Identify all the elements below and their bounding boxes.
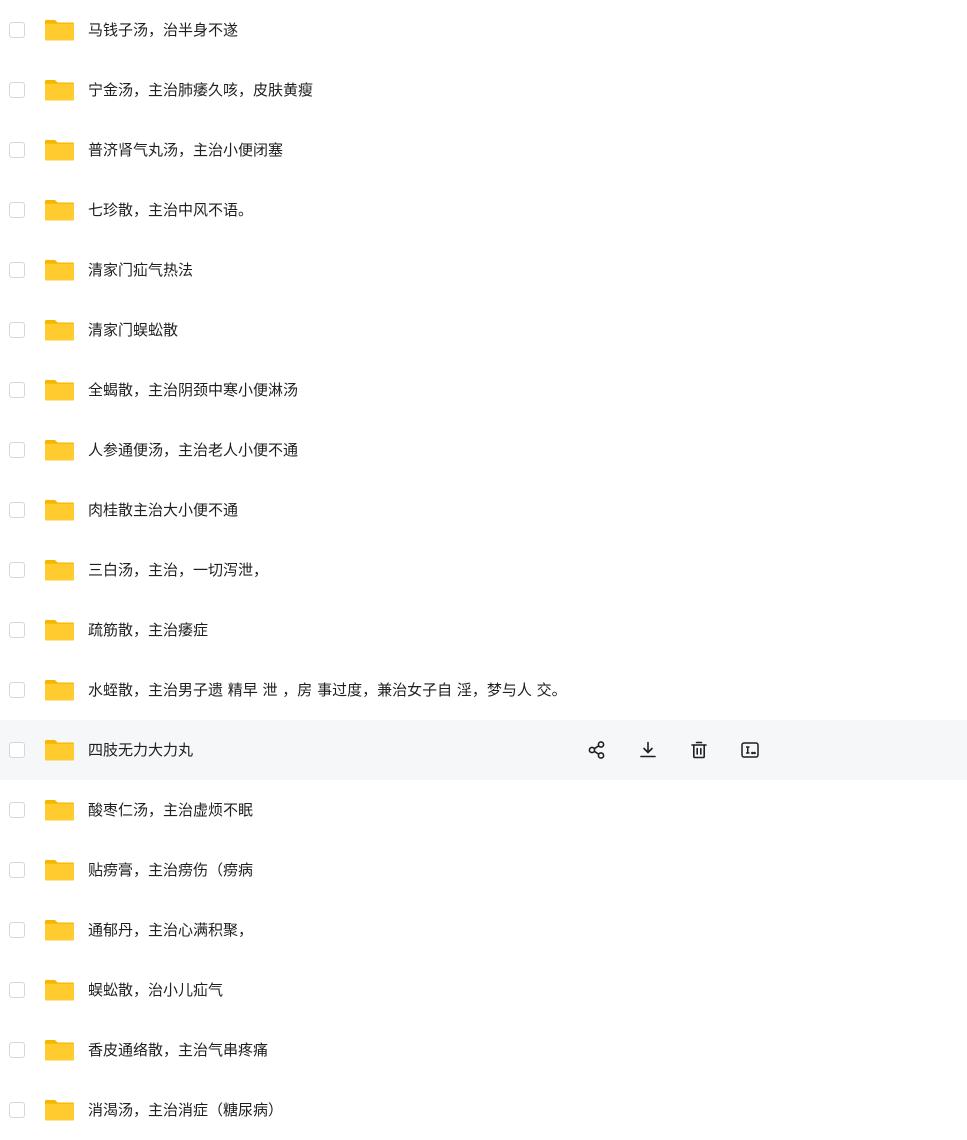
- file-row[interactable]: 清家门疝气热法: [0, 240, 967, 300]
- file-row[interactable]: 宁金汤，主治肺痿久咳，皮肤黄瘦: [0, 60, 967, 120]
- row-checkbox[interactable]: [9, 82, 25, 98]
- folder-icon: [44, 979, 75, 1001]
- rename-icon[interactable]: [738, 738, 762, 762]
- folder-icon: [44, 679, 75, 701]
- file-row[interactable]: 蜈蚣散，治小儿疝气: [0, 960, 967, 1020]
- file-row[interactable]: 四肢无力大力丸: [0, 720, 967, 780]
- folder-icon: [44, 499, 75, 521]
- row-checkbox[interactable]: [9, 982, 25, 998]
- row-checkbox[interactable]: [9, 1102, 25, 1118]
- delete-icon[interactable]: [687, 738, 711, 762]
- file-row[interactable]: 疏筋散，主治痿症: [0, 600, 967, 660]
- file-row[interactable]: 人参通便汤，主治老人小便不通: [0, 420, 967, 480]
- file-row[interactable]: 清家门蜈蚣散: [0, 300, 967, 360]
- row-checkbox[interactable]: [9, 502, 25, 518]
- row-checkbox[interactable]: [9, 922, 25, 938]
- folder-icon: [44, 259, 75, 281]
- file-list: 马钱子汤，治半身不遂宁金汤，主治肺痿久咳，皮肤黄瘦 普济肾气丸汤，主治小便闭塞 七珍…: [0, 0, 967, 1140]
- folder-icon: [44, 319, 75, 341]
- file-name[interactable]: 宁金汤，主治肺痿久咳，皮肤黄瘦: [88, 80, 313, 100]
- file-name[interactable]: 清家门疝气热法: [88, 260, 193, 280]
- file-name[interactable]: 全蝎散，主治阴颈中寒小便淋汤: [88, 380, 298, 400]
- folder-icon: [44, 919, 75, 941]
- file-row[interactable]: 普济肾气丸汤，主治小便闭塞: [0, 120, 967, 180]
- file-name[interactable]: 清家门蜈蚣散: [88, 320, 178, 340]
- folder-icon: [44, 379, 75, 401]
- folder-icon: [44, 1099, 75, 1121]
- file-name[interactable]: 水蛭散，主治男子遗 精早 泄 ，房 事过度，兼治女子自 淫，梦与人 交。: [88, 680, 567, 700]
- file-name[interactable]: 普济肾气丸汤，主治小便闭塞: [88, 140, 283, 160]
- row-checkbox[interactable]: [9, 862, 25, 878]
- file-row[interactable]: 通郁丹，主治心满积聚，: [0, 900, 967, 960]
- file-name[interactable]: 马钱子汤，治半身不遂: [88, 20, 238, 40]
- file-name[interactable]: 四肢无力大力丸: [88, 740, 193, 760]
- download-icon[interactable]: [636, 738, 660, 762]
- file-row[interactable]: 贴痨膏，主治痨伤（痨病: [0, 840, 967, 900]
- row-checkbox[interactable]: [9, 742, 25, 758]
- row-checkbox[interactable]: [9, 382, 25, 398]
- row-checkbox[interactable]: [9, 262, 25, 278]
- share-icon[interactable]: [585, 738, 609, 762]
- folder-icon: [44, 1039, 75, 1061]
- row-checkbox[interactable]: [9, 682, 25, 698]
- row-actions: [585, 738, 762, 762]
- file-row[interactable]: 消渴汤，主治消症（糖尿病）: [0, 1080, 967, 1140]
- row-checkbox[interactable]: [9, 802, 25, 818]
- file-row[interactable]: 全蝎散，主治阴颈中寒小便淋汤: [0, 360, 967, 420]
- folder-icon: [44, 799, 75, 821]
- row-checkbox[interactable]: [9, 562, 25, 578]
- file-name[interactable]: 香皮通络散，主治气串疼痛: [88, 1040, 268, 1060]
- folder-icon: [44, 859, 75, 881]
- folder-icon: [44, 139, 75, 161]
- file-name[interactable]: 贴痨膏，主治痨伤（痨病: [88, 860, 253, 880]
- row-checkbox[interactable]: [9, 202, 25, 218]
- file-row[interactable]: 香皮通络散，主治气串疼痛: [0, 1020, 967, 1080]
- file-name[interactable]: 蜈蚣散，治小儿疝气: [88, 980, 223, 1000]
- folder-icon: [44, 739, 75, 761]
- folder-icon: [44, 19, 75, 41]
- folder-icon: [44, 199, 75, 221]
- file-name[interactable]: 七珍散，主治中风不语。: [88, 200, 253, 220]
- file-name[interactable]: 疏筋散，主治痿症: [88, 620, 208, 640]
- file-name[interactable]: 酸枣仁汤，主治虚烦不眠: [88, 800, 253, 820]
- folder-icon: [44, 439, 75, 461]
- file-row[interactable]: 水蛭散，主治男子遗 精早 泄 ，房 事过度，兼治女子自 淫，梦与人 交。: [0, 660, 967, 720]
- folder-icon: [44, 559, 75, 581]
- row-checkbox[interactable]: [9, 1042, 25, 1058]
- row-checkbox[interactable]: [9, 442, 25, 458]
- file-row[interactable]: 酸枣仁汤，主治虚烦不眠: [0, 780, 967, 840]
- file-row[interactable]: 肉桂散主治大小便不通: [0, 480, 967, 540]
- row-checkbox[interactable]: [9, 22, 25, 38]
- row-checkbox[interactable]: [9, 142, 25, 158]
- file-name[interactable]: 人参通便汤，主治老人小便不通: [88, 440, 298, 460]
- file-row[interactable]: 三白汤，主治，一切泻泄，: [0, 540, 967, 600]
- row-checkbox[interactable]: [9, 322, 25, 338]
- file-row[interactable]: 马钱子汤，治半身不遂: [0, 0, 967, 60]
- file-row[interactable]: 七珍散，主治中风不语。: [0, 180, 967, 240]
- folder-icon: [44, 619, 75, 641]
- file-name[interactable]: 三白汤，主治，一切泻泄，: [88, 560, 268, 580]
- file-name[interactable]: 肉桂散主治大小便不通: [88, 500, 238, 520]
- file-name[interactable]: 消渴汤，主治消症（糖尿病）: [88, 1100, 283, 1120]
- row-checkbox[interactable]: [9, 622, 25, 638]
- file-name[interactable]: 通郁丹，主治心满积聚，: [88, 920, 253, 940]
- folder-icon: [44, 79, 75, 101]
